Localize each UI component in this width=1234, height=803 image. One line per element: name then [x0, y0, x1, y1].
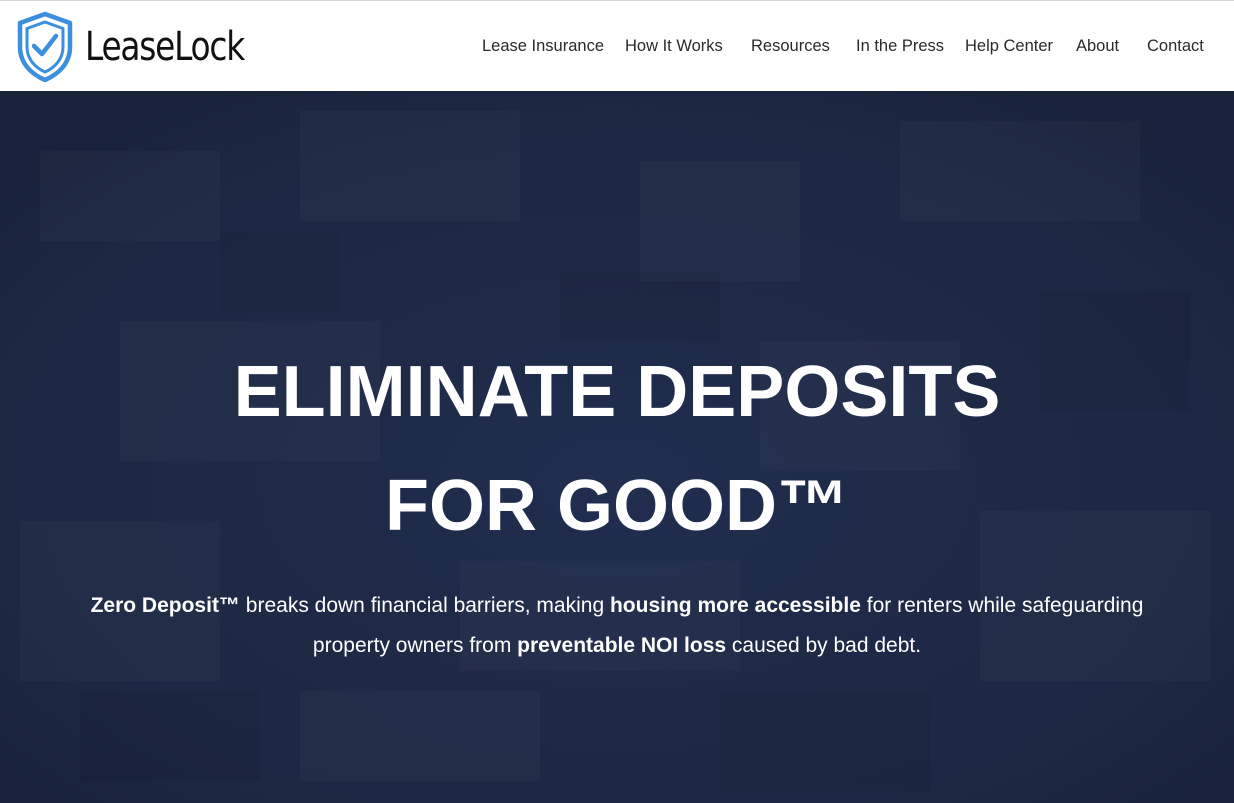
subheadline-text: breaks down financial barriers, making: [239, 594, 610, 617]
hero-section: ELIMINATE DEPOSITS FOR GOOD™ Zero Deposi…: [0, 91, 1234, 803]
subheadline-text: property owners from: [312, 634, 518, 657]
hero-headline: ELIMINATE DEPOSITS FOR GOOD™: [0, 335, 1234, 563]
hero-headline-line-1: ELIMINATE DEPOSITS: [233, 352, 1001, 432]
subheadline-text: for renters while safeguarding: [860, 594, 1144, 617]
site-header: LeaseLock Lease Insurance How It Works R…: [0, 0, 1234, 91]
main-nav: Lease Insurance How It Works Resources I…: [0, 37, 1234, 59]
nav-how-it-works[interactable]: How It Works: [625, 37, 723, 56]
noi-loss-emphasis: preventable NOI loss: [517, 634, 727, 657]
nav-about[interactable]: About: [1076, 37, 1119, 56]
zero-deposit-emphasis: Zero Deposit™: [90, 594, 240, 617]
nav-lease-insurance[interactable]: Lease Insurance: [482, 37, 604, 56]
hero-headline-line-2: FOR GOOD™: [385, 466, 849, 546]
nav-contact[interactable]: Contact: [1147, 37, 1204, 56]
hero-subheadline: Zero Deposit™ breaks down financial barr…: [0, 586, 1234, 666]
nav-resources[interactable]: Resources: [751, 37, 830, 56]
subheadline-text: caused by bad debt.: [726, 634, 922, 657]
hero-subheadline-line-1: Zero Deposit™ breaks down financial barr…: [0, 586, 1234, 626]
nav-in-the-press[interactable]: In the Press: [856, 37, 944, 56]
housing-accessible-emphasis: housing more accessible: [609, 594, 861, 617]
nav-help-center[interactable]: Help Center: [965, 37, 1053, 56]
hero-subheadline-line-2: property owners from preventable NOI los…: [0, 626, 1234, 666]
